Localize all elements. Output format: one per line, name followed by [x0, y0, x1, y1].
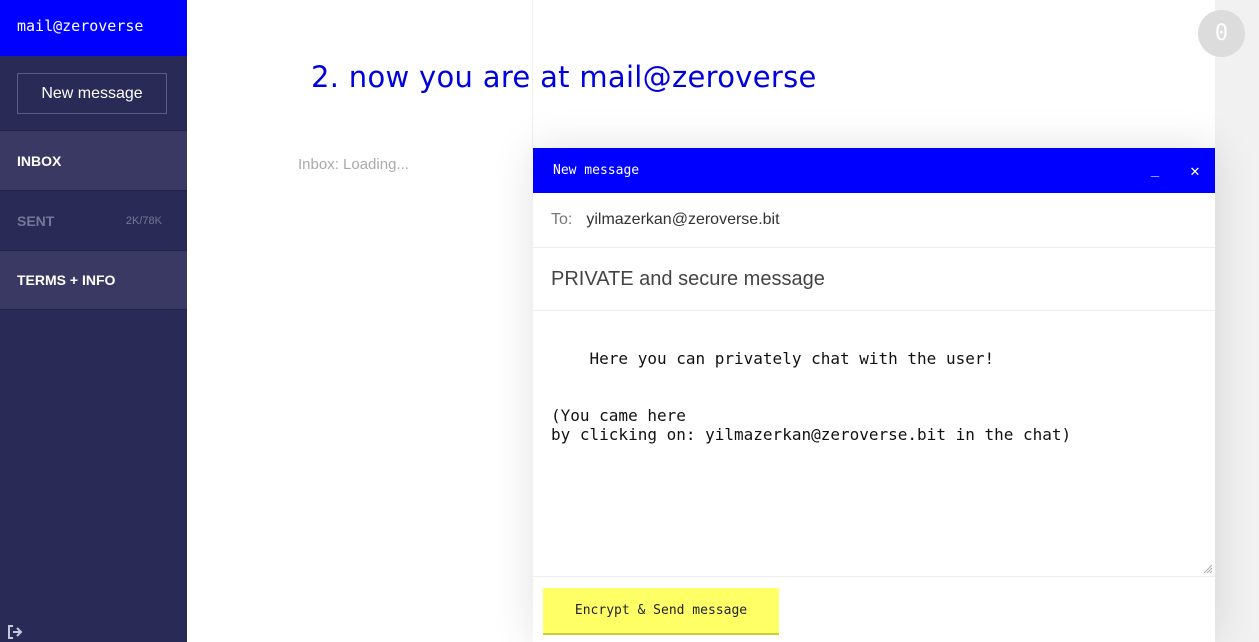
sent-count: 2K/78K — [125, 214, 162, 227]
sidebar-item-inbox[interactable]: INBOX — [0, 130, 187, 190]
new-message-button[interactable]: New message — [17, 73, 167, 114]
sidebar-item-label: INBOX — [17, 152, 62, 169]
minimize-button[interactable]: _ — [1135, 161, 1175, 181]
sidebar-nav: INBOX SENT 2K/78K TERMS + INFO — [0, 130, 187, 310]
sidebar-item-terms[interactable]: TERMS + INFO — [0, 250, 187, 310]
to-label: To: — [551, 211, 573, 228]
notification-counter[interactable]: 0 — [1198, 10, 1245, 57]
encrypt-send-button[interactable]: Encrypt & Send message — [543, 588, 779, 635]
close-button[interactable]: ✕ — [1175, 161, 1215, 180]
to-input[interactable]: yilmazerkan@zeroverse.bit — [586, 211, 779, 229]
resize-grip-icon[interactable] — [1203, 564, 1213, 574]
sidebar-item-sent[interactable]: SENT 2K/78K — [0, 190, 187, 250]
subject-input[interactable]: PRIVATE and secure message — [533, 248, 1215, 311]
inbox-status: Inbox: Loading... — [298, 156, 409, 173]
compose-header: New message _ ✕ — [533, 148, 1215, 193]
account-address: mail@zeroverse — [0, 0, 187, 56]
right-strip — [1215, 0, 1259, 642]
compose-window: New message _ ✕ To: yilmazerkan@zerovers… — [533, 148, 1215, 642]
logout-icon[interactable] — [7, 625, 23, 639]
compose-title: New message — [553, 163, 640, 178]
sidebar-item-label: SENT — [17, 212, 55, 229]
page-headline: 2. now you are at mail@zeroverse — [311, 60, 817, 94]
main-panel — [187, 0, 533, 642]
to-field[interactable]: To: yilmazerkan@zeroverse.bit — [533, 193, 1215, 248]
message-body-textarea[interactable]: Here you can privately chat with the use… — [533, 311, 1215, 577]
sidebar-item-label: TERMS + INFO — [17, 272, 116, 288]
sidebar: mail@zeroverse New message INBOX SENT 2K… — [0, 0, 187, 642]
message-body-text: Here you can privately chat with the use… — [551, 349, 1072, 444]
